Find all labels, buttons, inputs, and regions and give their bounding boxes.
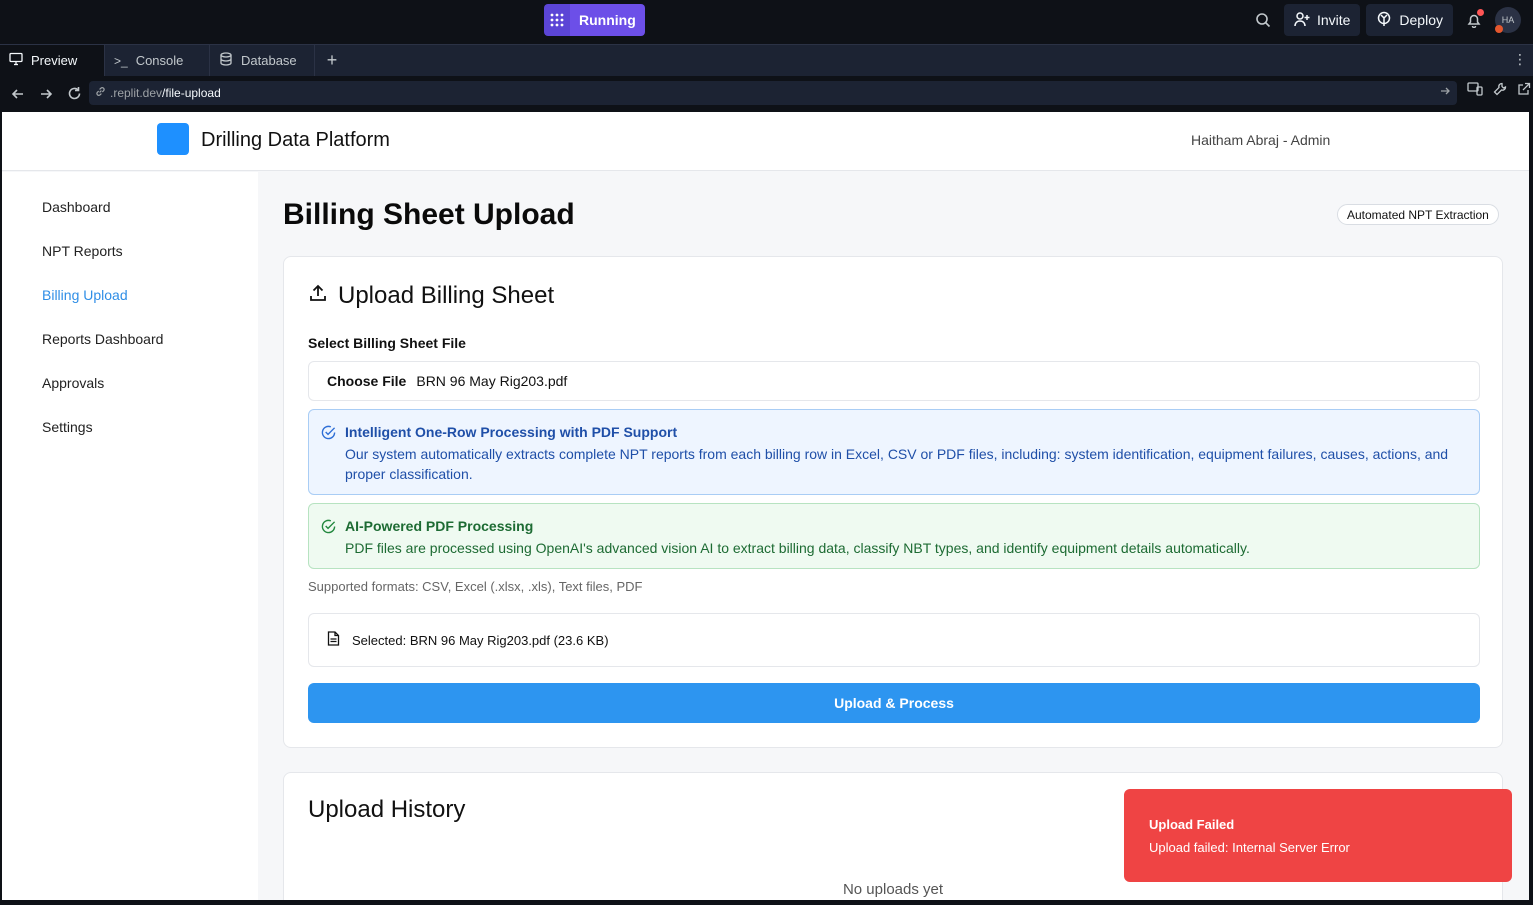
go-arrow-icon[interactable]: [1439, 85, 1451, 100]
upload-icon: [308, 282, 328, 310]
error-toast[interactable]: Upload Failed Upload failed: Internal Se…: [1124, 789, 1512, 882]
supported-formats: Supported formats: CSV, Excel (.xlsx, .x…: [308, 579, 643, 594]
tab-label: Console: [135, 53, 184, 68]
more-vertical-icon[interactable]: ⋮: [1513, 51, 1527, 68]
upload-card-title-text: Upload Billing Sheet: [338, 282, 555, 309]
check-circle-icon: [321, 425, 336, 443]
status-badge: Automated NPT Extraction: [1337, 204, 1499, 225]
wrench-icon[interactable]: [1493, 82, 1507, 101]
link-icon: [95, 86, 106, 100]
bell-icon[interactable]: [1459, 4, 1489, 36]
upload-card: Upload Billing Sheet Select Billing Shee…: [283, 256, 1503, 748]
info-alert-body: Our system automatically extracts comple…: [345, 446, 1449, 482]
terminal-icon: >_: [114, 53, 128, 68]
tab-preview[interactable]: Preview: [0, 45, 105, 76]
file-field-label: Select Billing Sheet File: [308, 335, 466, 351]
check-circle-icon: [321, 519, 336, 537]
toast-title: Upload Failed: [1149, 817, 1235, 832]
url-domain: .replit.dev: [110, 86, 163, 100]
user-label: Haitham Abraj - Admin: [1191, 132, 1331, 148]
add-user-icon: [1294, 11, 1310, 30]
choose-file-button[interactable]: Choose File: [327, 373, 406, 389]
url-bar: .replit.dev/file-upload: [0, 76, 1533, 111]
avatar-status-dot: [1495, 25, 1503, 33]
search-icon[interactable]: [1248, 4, 1278, 36]
selected-file-text: Selected: BRN 96 May Rig203.pdf (23.6 KB…: [352, 632, 609, 648]
deploy-button[interactable]: Deploy: [1366, 4, 1453, 36]
upload-card-title: Upload Billing Sheet: [308, 282, 554, 310]
toast-message: Upload failed: Internal Server Error: [1149, 840, 1350, 855]
run-status-button[interactable]: Running: [544, 4, 645, 36]
empty-history-text: No uploads yet: [842, 881, 944, 898]
scrollbar[interactable]: [1529, 112, 1533, 900]
pane-tabbar: Preview >_ Console Database + ⋮: [0, 44, 1533, 76]
ai-alert: AI-Powered PDF Processing PDF files are …: [308, 503, 1480, 569]
ai-alert-body: PDF files are processed using OpenAI's a…: [345, 540, 1250, 556]
reload-icon[interactable]: [60, 86, 88, 101]
sidebar-item-billing-upload[interactable]: Billing Upload: [42, 287, 128, 303]
info-alert: Intelligent One-Row Processing with PDF …: [308, 409, 1480, 495]
external-link-icon[interactable]: [1517, 82, 1531, 101]
upload-process-button[interactable]: Upload & Process: [308, 683, 1480, 723]
tab-console[interactable]: >_ Console: [105, 45, 210, 76]
sidebar-item-npt-reports[interactable]: NPT Reports: [42, 243, 123, 259]
deploy-label: Deploy: [1399, 12, 1443, 28]
brand-title: Drilling Data Platform: [201, 129, 390, 151]
tab-label: Preview: [31, 53, 78, 68]
back-arrow-icon[interactable]: [4, 87, 32, 101]
grid-dots-icon: [544, 4, 570, 36]
run-status-label: Running: [570, 4, 645, 36]
sidebar-item-approvals[interactable]: Approvals: [42, 375, 104, 391]
forward-arrow-icon[interactable]: [32, 87, 60, 101]
url-input[interactable]: .replit.dev/file-upload: [89, 81, 1457, 105]
app-preview: Drilling Data Platform Haitham Abraj - A…: [2, 112, 1529, 900]
add-tab-icon[interactable]: +: [315, 45, 349, 76]
database-icon: [219, 52, 233, 69]
workspace-topbar: Running Invite Deploy HA: [0, 0, 1533, 42]
deploy-icon: [1376, 11, 1392, 30]
file-icon: [327, 631, 340, 649]
tab-label: Database: [241, 53, 297, 68]
devices-icon[interactable]: [1467, 82, 1483, 101]
sidebar-item-reports-dashboard[interactable]: Reports Dashboard: [42, 331, 163, 347]
url-path: /file-upload: [162, 86, 221, 100]
file-name: BRN 96 May Rig203.pdf: [416, 373, 568, 389]
invite-label: Invite: [1316, 12, 1351, 28]
info-alert-title: Intelligent One-Row Processing with PDF …: [345, 424, 678, 440]
sidebar: Dashboard NPT Reports Billing Upload Rep…: [2, 172, 258, 900]
selected-file: Selected: BRN 96 May Rig203.pdf (23.6 KB…: [308, 613, 1480, 667]
file-input[interactable]: Choose File BRN 96 May Rig203.pdf: [308, 361, 1480, 401]
avatar-initials: HA: [1501, 15, 1515, 25]
ai-alert-title: AI-Powered PDF Processing: [345, 518, 534, 534]
sidebar-item-dashboard[interactable]: Dashboard: [42, 199, 111, 215]
page-title: Billing Sheet Upload: [283, 198, 575, 231]
upload-history-title: Upload History: [308, 796, 466, 823]
app-header: Drilling Data Platform Haitham Abraj - A…: [2, 112, 1529, 171]
invite-button[interactable]: Invite: [1283, 4, 1361, 36]
sidebar-item-settings[interactable]: Settings: [42, 419, 93, 435]
avatar[interactable]: HA: [1495, 7, 1521, 33]
tab-database[interactable]: Database: [210, 45, 315, 76]
notification-dot: [1477, 9, 1484, 16]
monitor-icon: [9, 52, 23, 69]
app-logo: [157, 123, 189, 155]
bottom-edge: [0, 900, 1533, 905]
